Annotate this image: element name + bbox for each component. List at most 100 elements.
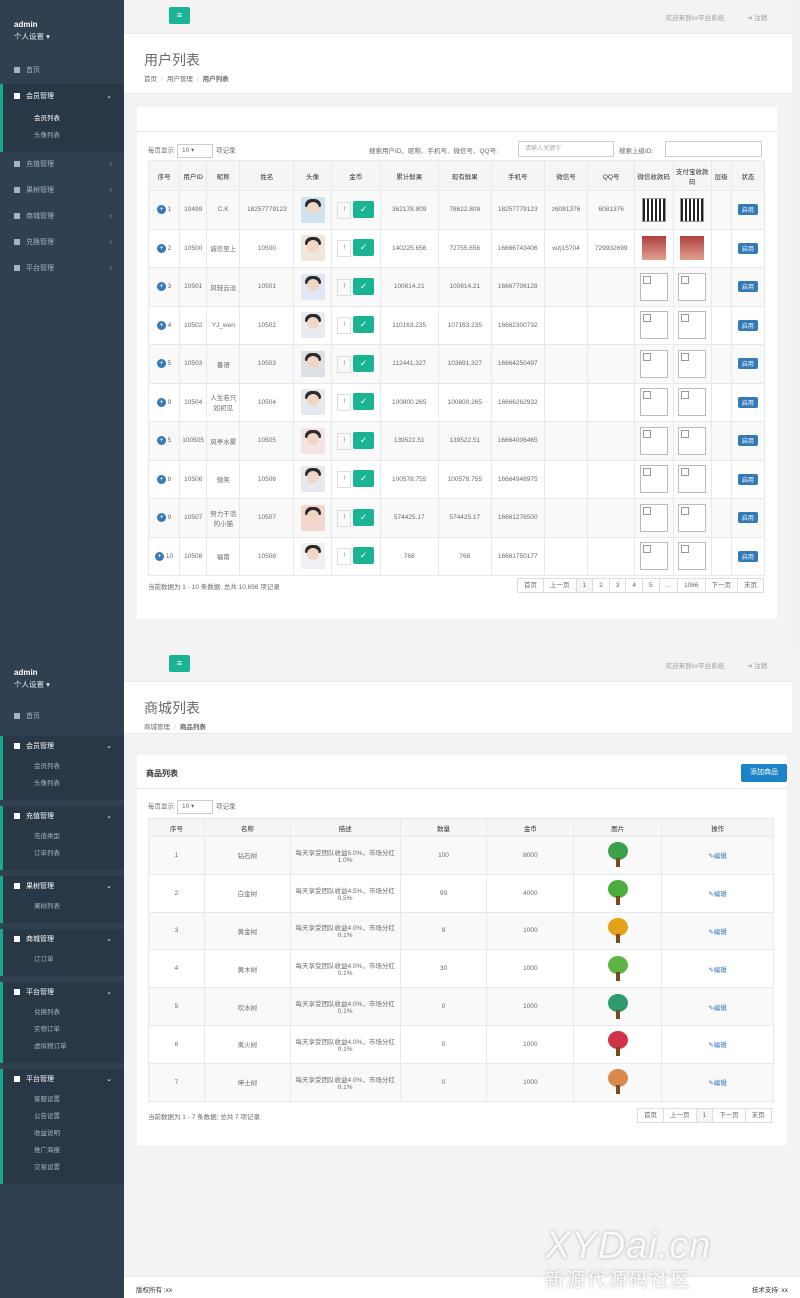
nav-sub-item[interactable]: 实物订单 bbox=[3, 1021, 124, 1038]
confirm-button[interactable]: ✓ bbox=[353, 354, 375, 372]
nav-sub-item[interactable]: 交易设置 bbox=[3, 1159, 124, 1176]
th-image[interactable]: 图片 bbox=[573, 818, 663, 837]
nav-sub-item[interactable]: 充值类型 bbox=[3, 828, 124, 845]
alipay-qr-broken-image[interactable] bbox=[678, 388, 707, 417]
gold-input[interactable]: ! bbox=[337, 394, 352, 412]
edit-link[interactable]: ✎编辑 bbox=[708, 929, 726, 936]
page-link[interactable]: 末页 bbox=[737, 578, 765, 593]
page-link[interactable]: 3 bbox=[608, 578, 627, 593]
alipay-qr-broken-image[interactable] bbox=[678, 349, 707, 378]
confirm-button[interactable]: ✓ bbox=[353, 470, 375, 488]
page-link[interactable]: 首页 bbox=[517, 578, 544, 593]
th-level[interactable]: 层级 bbox=[710, 160, 732, 191]
expand-row-icon[interactable]: + bbox=[155, 551, 165, 561]
enable-button[interactable]: 启用 bbox=[737, 473, 758, 485]
enable-button[interactable]: 启用 bbox=[737, 435, 758, 447]
page-link[interactable]: 下一页 bbox=[704, 578, 739, 593]
gold-input[interactable]: ! bbox=[337, 509, 352, 527]
gold-input[interactable]: ! bbox=[337, 471, 352, 489]
menu-toggle-button[interactable]: ≡ bbox=[169, 7, 190, 24]
expand-row-icon[interactable]: + bbox=[156, 397, 166, 407]
nav-sub-item[interactable]: 收益说明 bbox=[3, 1125, 124, 1142]
page-link[interactable]: 下一页 bbox=[712, 1108, 746, 1123]
nav-sub-item[interactable]: 虚拟物订单 bbox=[3, 1038, 124, 1055]
th-wechat-qr[interactable]: 微信收款码 bbox=[634, 160, 674, 191]
expand-row-icon[interactable]: + bbox=[156, 243, 166, 253]
page-link[interactable]: 上一页 bbox=[663, 1108, 697, 1123]
edit-link[interactable]: ✎编辑 bbox=[708, 967, 726, 974]
search-input[interactable]: 请输入关键字 bbox=[518, 141, 614, 157]
th-qq[interactable]: QQ号 bbox=[587, 160, 636, 191]
tree-image[interactable] bbox=[607, 993, 629, 1020]
wechat-qr-broken-image[interactable] bbox=[639, 465, 668, 494]
expand-row-icon[interactable]: + bbox=[156, 205, 166, 215]
confirm-button[interactable]: ✓ bbox=[353, 200, 375, 218]
confirm-button[interactable]: ✓ bbox=[353, 239, 375, 257]
breadcrumb-home[interactable]: 首页 bbox=[144, 76, 157, 83]
nav-group-header[interactable]: 平台管理 ⌄ bbox=[3, 982, 124, 1004]
nav-sub-item[interactable]: 果树列表 bbox=[3, 898, 124, 915]
nav-sub-item[interactable]: 公告设置 bbox=[3, 1108, 124, 1125]
nav-sub-item[interactable]: 会员列表 bbox=[3, 758, 124, 775]
th-total[interactable]: 累计鲜果 bbox=[379, 160, 439, 191]
th-no[interactable]: 序号 bbox=[147, 160, 181, 191]
nav-sub-item[interactable]: 客服设置 bbox=[3, 1091, 124, 1108]
confirm-button[interactable]: ✓ bbox=[353, 277, 375, 295]
gold-input[interactable]: ! bbox=[337, 278, 352, 296]
wechat-qr-broken-image[interactable] bbox=[639, 272, 668, 301]
th-avatar[interactable]: 头像 bbox=[293, 160, 332, 191]
nav-group-header[interactable]: 平台管理 ⌄ bbox=[3, 1069, 124, 1091]
th-desc[interactable]: 描述 bbox=[289, 818, 401, 837]
nav-avatar-list[interactable]: 头像列表 bbox=[3, 127, 124, 144]
nav-sub-item[interactable]: 头像列表 bbox=[3, 775, 124, 792]
gold-input[interactable]: ! bbox=[337, 240, 352, 258]
profile-settings-link[interactable]: 个人设置 ▾ bbox=[14, 31, 124, 42]
th-now[interactable]: 现有鲜果 bbox=[437, 160, 492, 191]
alipay-qr-image[interactable] bbox=[680, 197, 705, 222]
nav-home[interactable]: 首页 bbox=[0, 58, 124, 84]
confirm-button[interactable]: ✓ bbox=[353, 393, 375, 411]
breadcrumb-shop-mgmt[interactable]: 商城管理 bbox=[144, 724, 170, 731]
nav-member-list[interactable]: 会员列表 bbox=[3, 110, 124, 127]
wechat-qr-broken-image[interactable] bbox=[639, 503, 668, 532]
gold-input[interactable]: ! bbox=[337, 355, 352, 373]
alipay-qr-image[interactable] bbox=[680, 236, 705, 261]
confirm-button[interactable]: ✓ bbox=[353, 547, 375, 565]
alipay-qr-broken-image[interactable] bbox=[678, 426, 707, 455]
tree-image[interactable] bbox=[607, 955, 629, 982]
enable-button[interactable]: 启用 bbox=[737, 396, 758, 408]
expand-row-icon[interactable]: + bbox=[156, 359, 166, 369]
nav-platform[interactable]: 平台管理 ‹ bbox=[0, 256, 124, 282]
nav-sub-item[interactable]: 订订单 bbox=[3, 951, 124, 968]
th-wechat[interactable]: 微信号 bbox=[543, 160, 589, 191]
add-goods-button[interactable]: 添加商品 bbox=[741, 764, 787, 782]
wechat-qr-broken-image[interactable] bbox=[639, 349, 668, 378]
page-link[interactable]: 2 bbox=[592, 578, 610, 593]
expand-row-icon[interactable]: + bbox=[156, 436, 166, 446]
parent-id-input[interactable] bbox=[665, 141, 762, 157]
enable-button[interactable]: 启用 bbox=[737, 204, 758, 216]
page-link[interactable]: 5 bbox=[642, 578, 660, 593]
th-name[interactable]: 姓名 bbox=[239, 160, 295, 191]
th-gold[interactable]: 金币 bbox=[330, 160, 381, 191]
breadcrumb-user-mgmt[interactable]: 用户管理 bbox=[167, 76, 193, 83]
edit-link[interactable]: ✎编辑 bbox=[708, 853, 726, 860]
tree-image[interactable] bbox=[607, 842, 629, 868]
nav-recharge[interactable]: 充值管理 ‹ bbox=[0, 152, 124, 178]
page-link[interactable]: 1 bbox=[695, 1108, 714, 1123]
page-link[interactable]: 首页 bbox=[637, 1108, 664, 1123]
page-link[interactable]: ... bbox=[658, 578, 679, 593]
edit-link[interactable]: ✎编辑 bbox=[708, 1005, 726, 1012]
wechat-qr-image[interactable] bbox=[641, 197, 666, 222]
profile-settings-link[interactable]: 个人设置 ▾ bbox=[14, 679, 124, 690]
nav-sub-item[interactable]: 兑换列表 bbox=[3, 1004, 124, 1021]
gold-input[interactable]: ! bbox=[337, 548, 352, 566]
confirm-button[interactable]: ✓ bbox=[353, 316, 375, 334]
confirm-button[interactable]: ✓ bbox=[353, 431, 375, 449]
expand-row-icon[interactable]: + bbox=[156, 282, 166, 292]
expand-row-icon[interactable]: + bbox=[156, 320, 166, 330]
th-name[interactable]: 名称 bbox=[203, 818, 291, 837]
logout-link[interactable]: ⇥ 注销 bbox=[747, 660, 767, 670]
menu-toggle-button[interactable]: ≡ bbox=[169, 655, 190, 672]
confirm-button[interactable]: ✓ bbox=[353, 508, 375, 526]
